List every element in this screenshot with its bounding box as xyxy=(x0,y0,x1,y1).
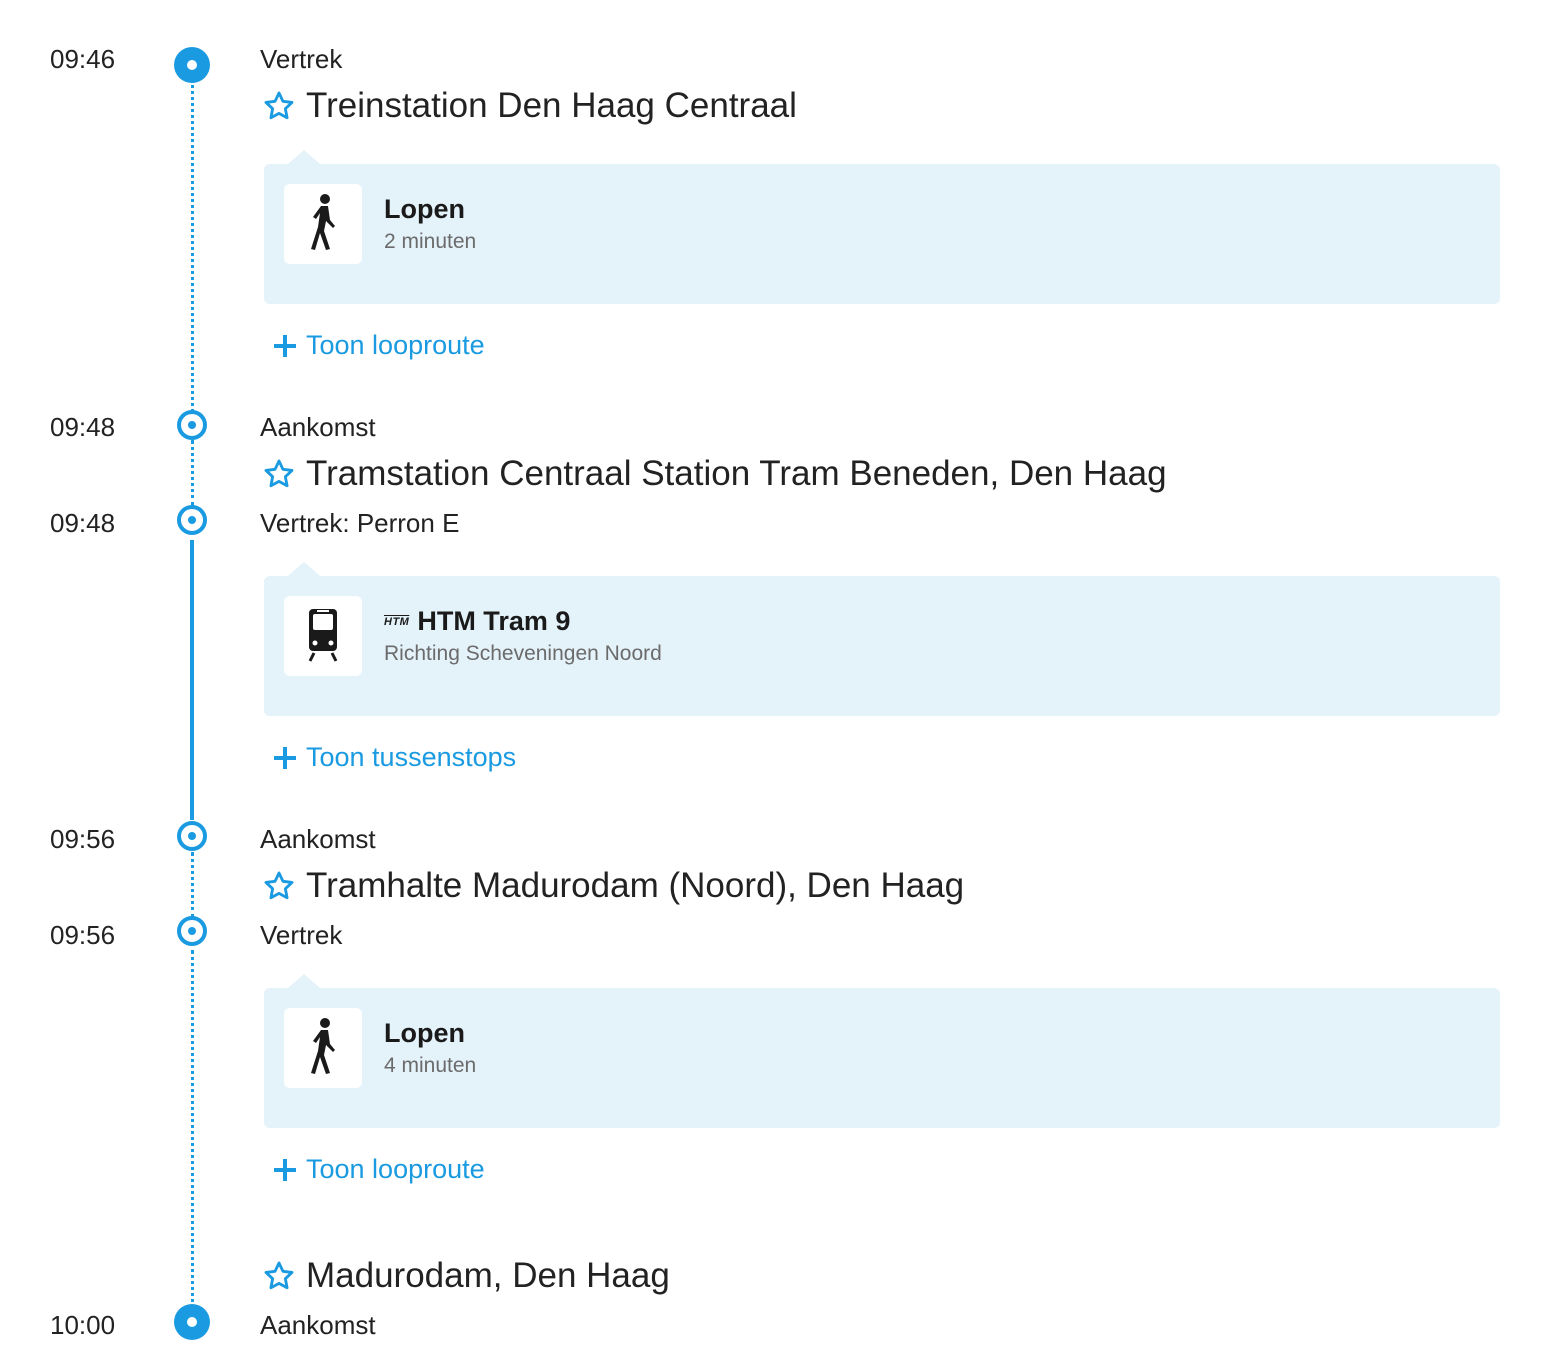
toggle-label: Toon looproute xyxy=(306,1154,485,1184)
stop-dot xyxy=(177,505,207,535)
show-walk-route-button[interactable]: Toon looproute xyxy=(272,1154,485,1185)
station-name-text: Madurodam, Den Haag xyxy=(306,1256,670,1295)
stop-dot xyxy=(177,410,207,440)
station-name[interactable]: Treinstation Den Haag Centraal xyxy=(262,84,797,128)
stop-dot xyxy=(177,821,207,851)
timeline-walk-line-2 xyxy=(191,950,194,1310)
walk-icon xyxy=(308,1017,338,1080)
stop-label: Aankomst xyxy=(260,1310,376,1340)
leg-subtitle: 2 minuten xyxy=(384,230,477,253)
plus-icon xyxy=(272,745,298,771)
tram-icon xyxy=(306,605,340,668)
station-name-text: Tramstation Centraal Station Tram Benede… xyxy=(306,454,1167,493)
station-name[interactable]: Tramhalte Madurodam (Noord), Den Haag xyxy=(262,864,964,908)
stop-time: 09:46 xyxy=(50,44,116,74)
leg-title: HTM HTM Tram 9 xyxy=(384,606,570,637)
toggle-label: Toon looproute xyxy=(306,330,485,360)
stop-time: 09:56 xyxy=(50,824,116,854)
timeline-tram-line xyxy=(190,540,194,820)
station-name-text: Tramhalte Madurodam (Noord), Den Haag xyxy=(306,866,965,905)
station-name[interactable]: Madurodam, Den Haag xyxy=(262,1254,670,1298)
leg-card: Lopen 2 minuten xyxy=(264,150,1500,304)
station-name-text: Treinstation Den Haag Centraal xyxy=(306,86,797,125)
leg-subtitle: Richting Scheveningen Noord xyxy=(384,642,662,665)
stop-label: Vertrek xyxy=(260,920,343,950)
arrival-dot xyxy=(174,1304,210,1340)
stop-label: Vertrek xyxy=(260,44,343,74)
leg-icon-box xyxy=(284,184,362,264)
show-walk-route-button[interactable]: Toon looproute xyxy=(272,330,485,361)
station-name[interactable]: Tramstation Centraal Station Tram Benede… xyxy=(262,452,1167,496)
star-icon[interactable] xyxy=(262,457,296,491)
walk-icon xyxy=(308,193,338,256)
leg-icon-box xyxy=(284,596,362,676)
leg-title: Lopen xyxy=(384,1018,465,1048)
stop-time: 10:00 xyxy=(50,1310,116,1340)
leg-card: HTM HTM Tram 9 Richting Scheveningen Noo… xyxy=(264,562,1500,716)
plus-icon xyxy=(272,333,298,359)
leg-title: Lopen xyxy=(384,194,465,224)
timeline-transfer-line-2 xyxy=(191,852,194,918)
stop-time: 09:48 xyxy=(50,508,116,538)
stop-time: 09:48 xyxy=(50,412,116,442)
show-intermediate-stops-button[interactable]: Toon tussenstops xyxy=(272,742,516,773)
stop-label: Aankomst xyxy=(260,412,376,442)
htm-logo: HTM xyxy=(384,615,410,628)
leg-subtitle: 4 minuten xyxy=(384,1054,477,1077)
stop-label: Aankomst xyxy=(260,824,376,854)
leg-icon-box xyxy=(284,1008,362,1088)
leg-title-text: HTM Tram 9 xyxy=(417,606,571,636)
toggle-label: Toon tussenstops xyxy=(306,742,517,772)
star-icon[interactable] xyxy=(262,869,296,903)
stop-dot xyxy=(177,916,207,946)
star-icon[interactable] xyxy=(262,1259,296,1293)
timeline-walk-line-1 xyxy=(191,80,194,412)
departure-dot xyxy=(174,47,210,83)
stop-time: 09:56 xyxy=(50,920,116,950)
stop-label: Vertrek: Perron E xyxy=(260,508,460,538)
star-icon[interactable] xyxy=(262,89,296,123)
leg-card: Lopen 4 minuten xyxy=(264,974,1500,1128)
plus-icon xyxy=(272,1157,298,1183)
timeline-transfer-line-1 xyxy=(191,440,194,506)
